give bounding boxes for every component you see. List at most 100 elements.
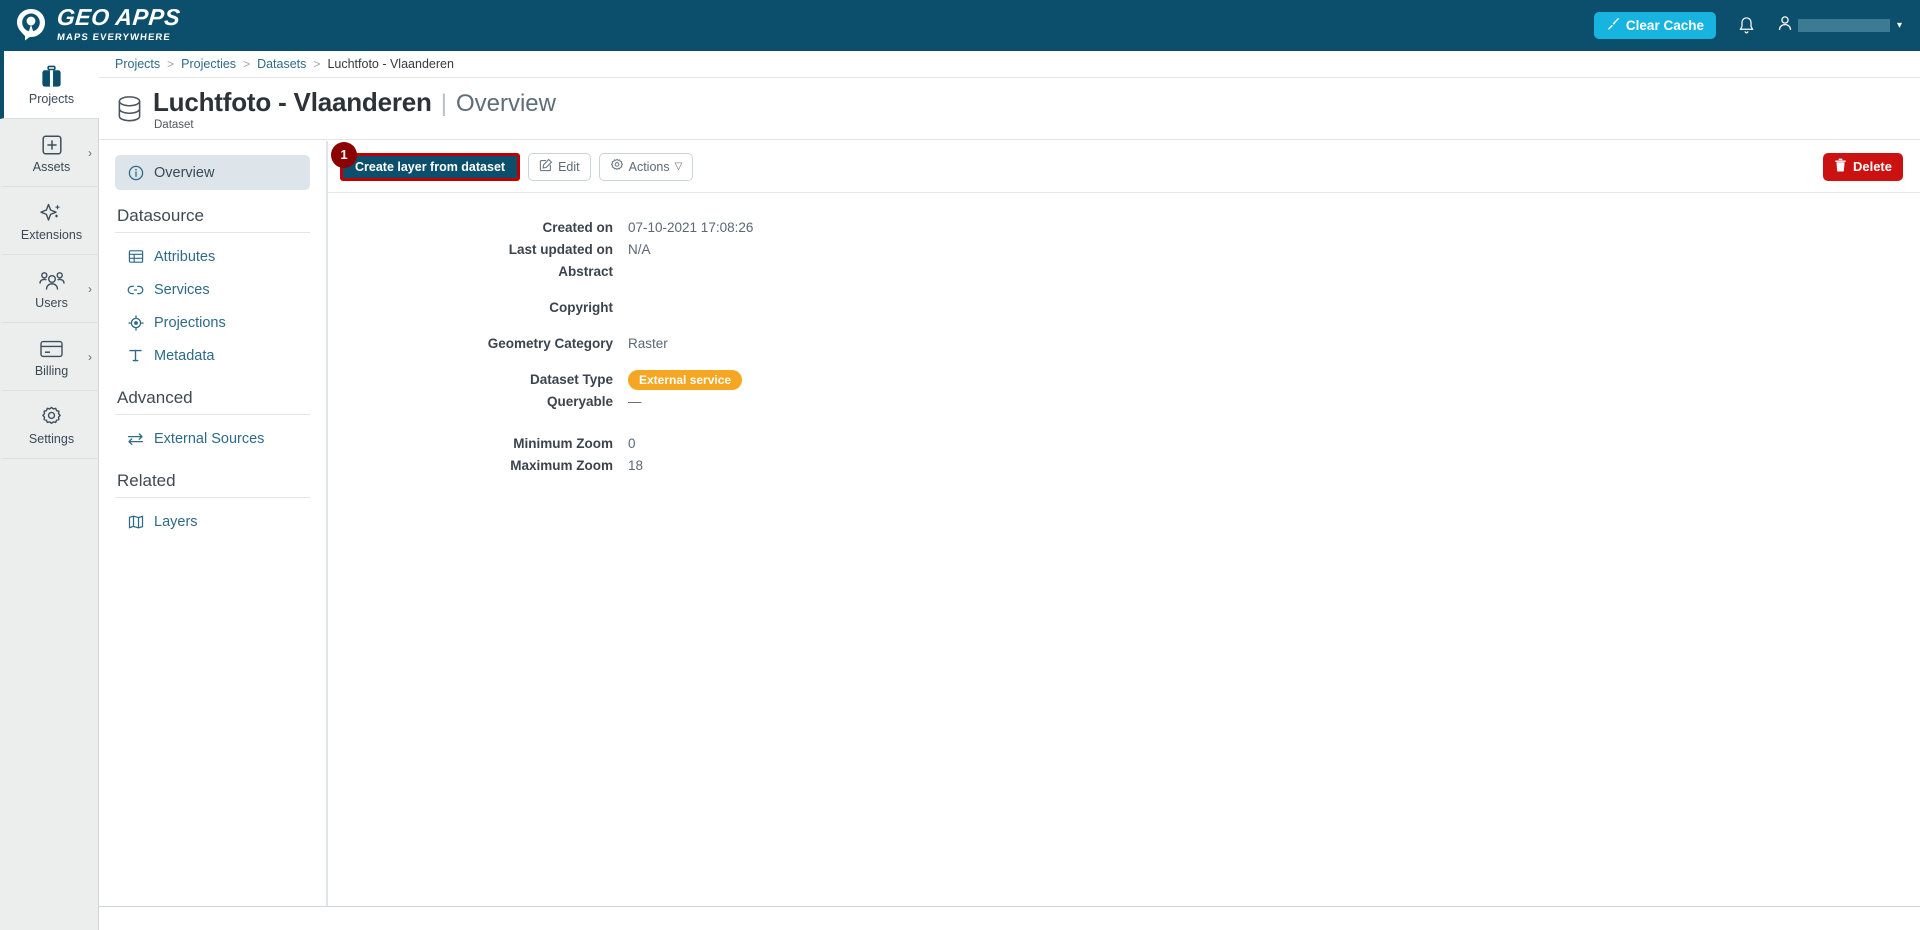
delete-button[interactable]: Delete — [1822, 152, 1903, 181]
sidenav-item-layers[interactable]: Layers — [115, 505, 310, 538]
detail-label-minimum-zoom: Minimum Zoom — [513, 436, 613, 451]
detail-label-maximum-zoom: Maximum Zoom — [510, 458, 613, 473]
sidenav-item-overview[interactable]: Overview — [115, 155, 310, 190]
detail-row-minimum-zoom: Minimum Zoom 0 — [328, 433, 1920, 455]
clear-cache-button[interactable]: Clear Cache — [1593, 12, 1716, 39]
rail-item-billing[interactable]: Billing › — [0, 323, 99, 391]
text-t-icon — [127, 348, 144, 363]
table-icon — [127, 249, 144, 264]
bottom-strip — [99, 906, 1920, 930]
detail-row-last-updated: Last updated on N/A — [328, 239, 1920, 261]
breadcrumb-separator: > — [167, 57, 175, 71]
divider — [115, 414, 310, 415]
create-layer-label: Create layer from dataset — [355, 159, 506, 174]
map-pin-logo-icon — [14, 7, 48, 43]
top-bar: GEO APPS MAPS EVERYWHERE Clear Cache ▾ — [0, 0, 1920, 51]
breadcrumb-item-projects[interactable]: Projects — [115, 57, 160, 71]
sidenav-label-overview: Overview — [154, 164, 215, 181]
create-layer-from-dataset-button[interactable]: 1 Create layer from dataset — [331, 141, 521, 181]
edit-label: Edit — [558, 159, 580, 174]
user-menu[interactable]: ▾ — [1777, 15, 1902, 37]
sidenav-label-layers: Layers — [154, 513, 198, 530]
user-avatar-icon — [1777, 15, 1793, 37]
rail-item-assets[interactable]: Assets › — [0, 119, 99, 187]
detail-row-created-on: Created on 07-10-2021 17:08:26 — [328, 217, 1920, 239]
detail-row-abstract: Abstract — [328, 261, 1920, 283]
rail-label-users: Users — [35, 295, 68, 310]
dataset-side-nav: Overview Datasource Attributes Services — [99, 141, 327, 906]
detail-label-geometry-category: Geometry Category — [487, 336, 613, 351]
sidenav-item-services[interactable]: Services — [115, 273, 310, 306]
clear-cache-label: Clear Cache — [1625, 18, 1704, 33]
detail-label-queryable: Queryable — [546, 394, 613, 409]
chevron-down-icon: ▽ — [674, 161, 683, 172]
actions-label: Actions — [628, 159, 670, 174]
plus-box-icon — [41, 132, 63, 158]
sidenav-label-metadata: Metadata — [154, 347, 215, 364]
divider — [115, 497, 310, 498]
main-content: 1 Create layer from dataset Edit Actions… — [328, 141, 1920, 906]
detail-label-copyright: Copyright — [549, 300, 613, 315]
briefcase-icon — [39, 64, 64, 90]
chevron-right-icon: › — [88, 281, 92, 296]
gear-icon — [610, 158, 624, 175]
rail-label-billing: Billing — [34, 363, 69, 378]
database-icon — [116, 94, 143, 124]
rail-label-projects: Projects — [28, 91, 75, 106]
rail-item-settings[interactable]: Settings — [0, 391, 99, 459]
breadcrumb-item-current: Luchtfoto - Vlaanderen — [327, 57, 454, 71]
detail-value-created-on: 07-10-2021 17:08:26 — [628, 220, 754, 235]
topbar-right-group: Clear Cache ▾ — [1593, 12, 1920, 39]
rail-item-extensions[interactable]: Extensions — [0, 187, 99, 255]
credit-card-icon — [39, 336, 64, 362]
logo-tagline: MAPS EVERYWHERE — [56, 32, 172, 44]
trash-icon — [1834, 158, 1847, 175]
sidenav-item-external-sources[interactable]: External Sources — [115, 422, 310, 455]
sidenav-label-projections: Projections — [154, 314, 226, 331]
rail-item-projects[interactable]: Projects — [0, 51, 99, 119]
breadcrumb-item-projecties[interactable]: Projecties — [181, 57, 236, 71]
notification-bell-icon[interactable] — [1738, 16, 1755, 35]
breadcrumb-separator: > — [243, 57, 251, 71]
page-header: Luchtfoto - Vlaanderen | Overview Datase… — [99, 78, 1920, 140]
breadcrumb-item-datasets[interactable]: Datasets — [257, 57, 306, 71]
exchange-arrows-icon — [127, 432, 144, 446]
detail-row-queryable: Queryable — — [328, 391, 1920, 413]
chevron-right-icon: › — [88, 145, 92, 160]
delete-label: Delete — [1852, 159, 1892, 174]
app-logo[interactable]: GEO APPS MAPS EVERYWHERE — [0, 4, 182, 44]
dataset-details: Created on 07-10-2021 17:08:26 Last upda… — [328, 193, 1920, 477]
step-number-badge: 1 — [331, 141, 357, 168]
sidenav-group-datasource: Datasource — [117, 206, 204, 225]
crosshair-icon — [127, 314, 144, 331]
rail-label-extensions: Extensions — [20, 227, 83, 242]
edit-button[interactable]: Edit — [528, 152, 591, 181]
rail-item-users[interactable]: Users › — [0, 255, 99, 323]
layers-icon — [127, 515, 144, 529]
detail-value-minimum-zoom: 0 — [628, 436, 636, 451]
detail-label-dataset-type: Dataset Type — [529, 372, 613, 387]
title-separator: | — [440, 89, 447, 117]
action-toolbar: 1 Create layer from dataset Edit Actions… — [328, 141, 1920, 193]
page-section-title: Overview — [455, 89, 556, 117]
detail-value-maximum-zoom: 18 — [628, 458, 644, 473]
detail-row-copyright: Copyright — [328, 297, 1920, 319]
sidenav-label-attributes: Attributes — [154, 248, 216, 265]
detail-label-abstract: Abstract — [558, 264, 613, 279]
detail-label-created-on: Created on — [542, 220, 613, 235]
sparkle-icon — [39, 200, 64, 226]
actions-dropdown-button[interactable]: Actions ▽ — [598, 152, 694, 181]
users-icon — [38, 268, 65, 294]
sidenav-item-attributes[interactable]: Attributes — [115, 240, 310, 273]
sidenav-item-metadata[interactable]: Metadata — [115, 339, 310, 372]
status-badge: External service — [628, 370, 743, 390]
broom-icon — [1606, 17, 1620, 34]
detail-value-last-updated: N/A — [628, 242, 651, 257]
breadcrumb-separator: > — [313, 57, 321, 71]
page-subtitle: Dataset — [154, 118, 194, 131]
sidenav-item-projections[interactable]: Projections — [115, 306, 310, 339]
sidenav-label-services: Services — [154, 281, 210, 298]
